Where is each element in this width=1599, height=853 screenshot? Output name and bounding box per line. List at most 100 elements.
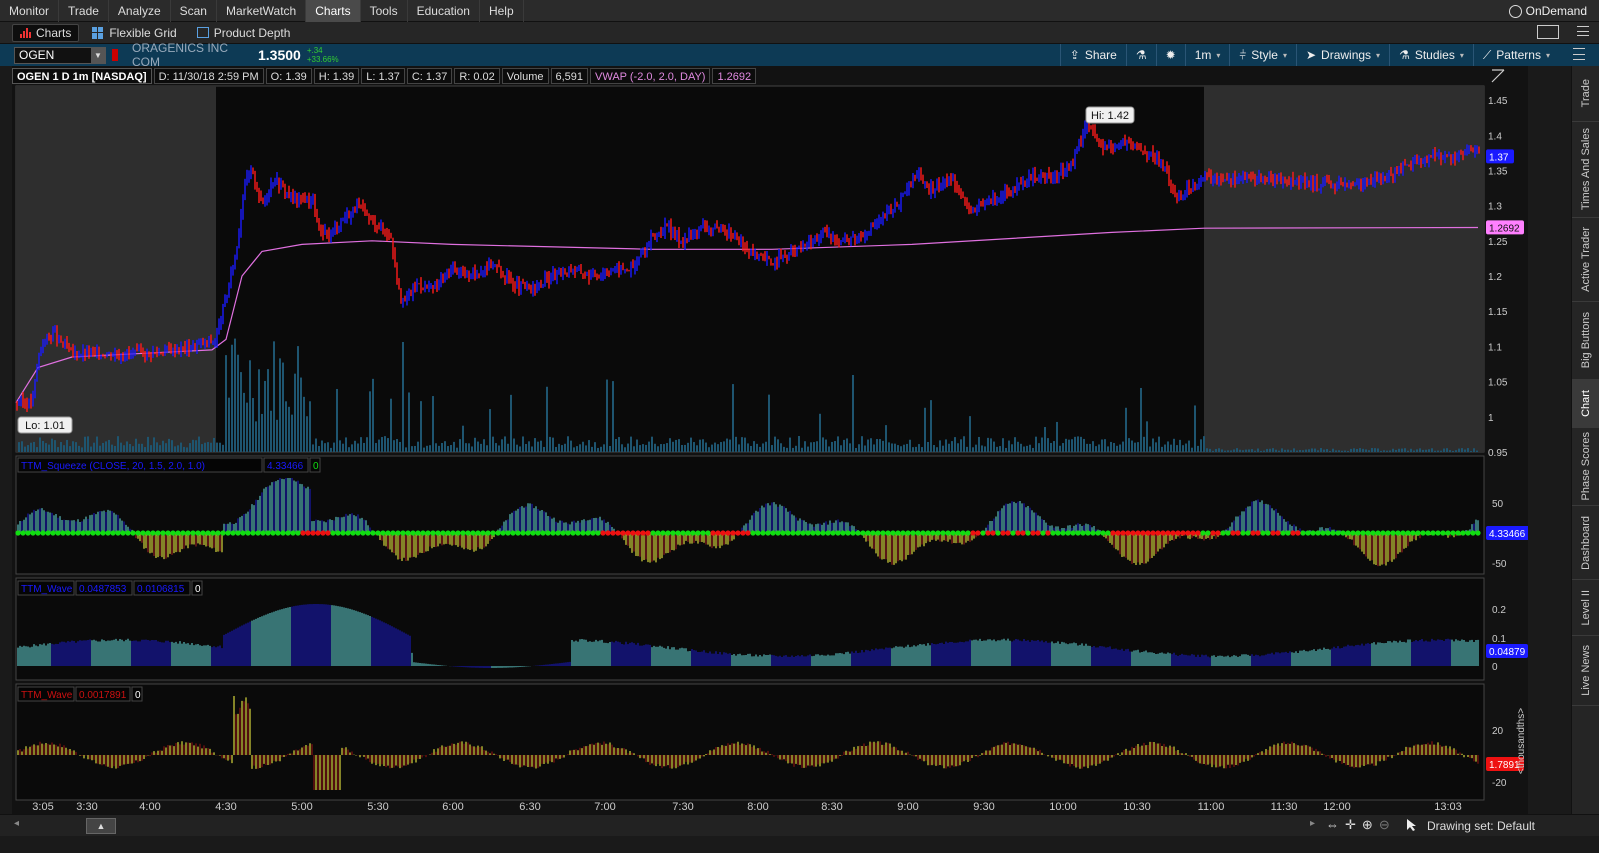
menu-trade[interactable]: Trade — [59, 0, 109, 22]
squeeze-dot — [215, 530, 221, 536]
window-menu-icon[interactable] — [1577, 25, 1589, 37]
volume-bar — [495, 443, 497, 452]
flask-button[interactable]: ⚗ — [1125, 44, 1156, 66]
volume-bar — [1431, 448, 1433, 452]
style-button[interactable]: ⫩ Style ▾ — [1229, 44, 1296, 66]
volume-bar — [249, 360, 251, 452]
zoom-out-icon[interactable]: ⊖ — [1379, 817, 1390, 833]
x-axis-label: 8:00 — [747, 801, 768, 813]
chart-canvas[interactable]: 1.45 1.4 1.35 1.3 1.25 1.2 1.15 1.1 1.05 1 0.95 Hi:… — [12, 66, 1528, 814]
squeeze-dot — [175, 530, 181, 536]
volume-bar — [795, 445, 797, 452]
subtab-charts[interactable]: Charts — [12, 23, 80, 42]
cursor-arrow-icon[interactable] — [1406, 818, 1418, 832]
symbol-input[interactable]: OGEN ▼ — [14, 46, 106, 64]
volume-bar — [483, 439, 485, 452]
side-tab-trade-label: Trade — [1580, 79, 1592, 108]
squeeze-dot — [390, 530, 396, 536]
side-tab-dashboard[interactable]: Dashboard — [1572, 506, 1599, 580]
side-tab-times-and-sales[interactable]: Times And Sales — [1572, 122, 1599, 218]
volume-bar — [744, 437, 746, 452]
crosshair-icon[interactable]: ✛ — [1345, 817, 1356, 833]
menu-scan[interactable]: Scan — [171, 0, 217, 22]
menu-help[interactable]: Help — [480, 0, 524, 22]
squeeze-dot — [100, 530, 106, 536]
side-tab-live-news[interactable]: Live News — [1572, 636, 1599, 706]
volume-bar — [792, 447, 794, 452]
squeeze-dot — [220, 530, 226, 536]
squeeze-dot — [1010, 530, 1016, 536]
volume-bar — [279, 358, 281, 452]
volume-bar — [534, 438, 536, 452]
volume-bar — [957, 443, 959, 452]
menu-tools[interactable]: Tools — [361, 0, 408, 22]
drawing-set-label[interactable]: Drawing set: Default — [1427, 819, 1535, 833]
chart-menu-icon[interactable] — [1573, 48, 1585, 60]
scroll-left-icon[interactable]: ◂ — [14, 818, 19, 829]
volume-bar — [954, 437, 956, 452]
volume-bar — [336, 388, 338, 452]
menu-monitor[interactable]: Monitor — [0, 0, 60, 22]
pan-horizontal-icon[interactable]: ⇔ — [1326, 817, 1339, 833]
volume-bar — [681, 444, 683, 452]
settings-button[interactable]: ✹ — [1155, 44, 1185, 66]
volume-bar — [1209, 448, 1211, 452]
volume-bar — [885, 425, 887, 452]
volume-bar — [774, 436, 776, 452]
time-scroll-handle[interactable]: ▲ — [86, 818, 116, 834]
style-label: Style — [1251, 48, 1278, 62]
volume-bar — [267, 369, 269, 452]
squeeze-dot — [1065, 530, 1071, 536]
patterns-button[interactable]: ⟋ Patterns ▾ — [1472, 44, 1559, 66]
squeeze-dot — [1000, 530, 1006, 536]
volume-bar — [1029, 444, 1031, 452]
volume-bar — [981, 445, 983, 452]
volume-bar — [687, 442, 689, 452]
side-tab-phase-scores[interactable]: Phase Scores — [1572, 428, 1599, 506]
menu-marketwatch[interactable]: MarketWatch — [217, 0, 307, 22]
squeeze-dot — [1345, 530, 1351, 536]
window-layout-icon[interactable] — [1537, 25, 1559, 39]
volume-bar — [201, 444, 203, 452]
side-tab-big-buttons[interactable]: Big Buttons — [1572, 302, 1599, 380]
squeeze-dot — [655, 530, 661, 536]
squeeze-dot — [525, 530, 531, 536]
link-flag-icon[interactable] — [112, 49, 118, 61]
side-panel: Trade Times And Sales Active Trader Big … — [1571, 66, 1599, 836]
volume-bar — [426, 445, 428, 452]
side-tab-active-trader[interactable]: Active Trader — [1572, 218, 1599, 302]
side-tab-trade[interactable]: Trade — [1572, 66, 1599, 122]
squeeze-dot — [290, 530, 296, 536]
volume-bar — [105, 441, 107, 452]
menu-education[interactable]: Education — [408, 0, 480, 22]
volume-bar — [642, 444, 644, 452]
subtab-product-depth[interactable]: Product Depth — [190, 24, 298, 42]
chevron-down-icon[interactable]: ▼ — [91, 47, 105, 63]
squeeze-dot — [865, 530, 871, 536]
ondemand-button[interactable]: OnDemand — [1508, 0, 1587, 22]
volume-bar — [552, 437, 554, 452]
side-tab-level-ii[interactable]: Level II — [1572, 580, 1599, 636]
volume-bar — [477, 441, 479, 452]
zoom-in-icon[interactable]: ⊕ — [1362, 817, 1373, 833]
scroll-right-icon[interactable]: ▸ — [1310, 818, 1315, 829]
volume-bar — [387, 438, 389, 452]
volume-bar — [840, 445, 842, 452]
squeeze-dot — [1295, 530, 1301, 536]
drawings-button[interactable]: ➤ Drawings ▾ — [1295, 44, 1389, 66]
menu-analyze[interactable]: Analyze — [109, 0, 171, 22]
subtab-flexible-grid[interactable]: Flexible Grid — [85, 24, 183, 42]
squeeze-dot — [885, 530, 891, 536]
menu-charts[interactable]: Charts — [306, 0, 361, 22]
volume-bar — [852, 375, 854, 452]
squeeze-dot — [380, 530, 386, 536]
squeeze-dot — [25, 530, 31, 536]
volume-bar — [834, 441, 836, 452]
side-tab-chart[interactable]: Chart — [1572, 380, 1599, 428]
studies-button[interactable]: ⚗ Studies ▾ — [1389, 44, 1473, 66]
volume-bar — [600, 446, 602, 452]
interval-button[interactable]: 1m ▾ — [1184, 44, 1230, 66]
squeeze-dot — [990, 530, 996, 536]
share-button[interactable]: ⇪ Share — [1059, 44, 1126, 66]
volume-bar — [1167, 441, 1169, 452]
